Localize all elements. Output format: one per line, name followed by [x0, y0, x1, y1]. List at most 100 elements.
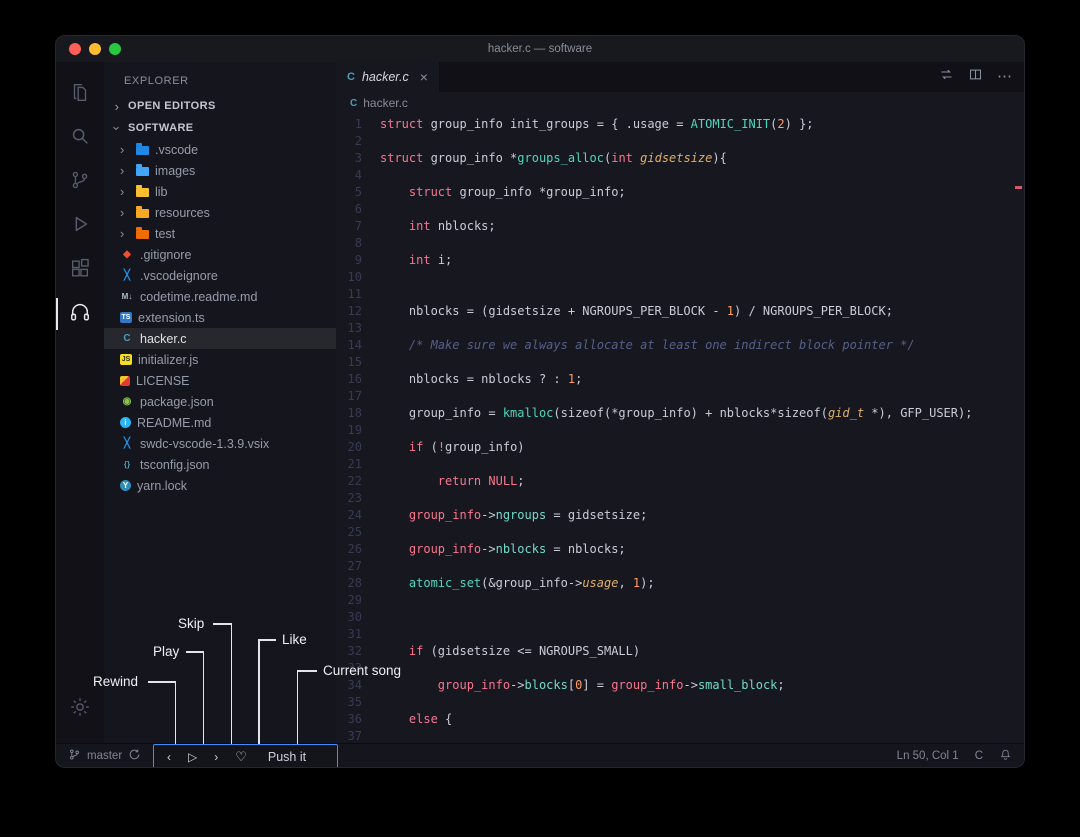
- activity-settings[interactable]: [56, 687, 104, 731]
- activity-explorer[interactable]: [56, 72, 104, 116]
- line-number: 11: [336, 286, 380, 303]
- line-number: 19: [336, 422, 380, 439]
- line-number: 2: [336, 133, 380, 150]
- tree-item-test[interactable]: ›test: [104, 223, 336, 244]
- line-number: 26: [336, 541, 380, 558]
- file-icon: Y: [120, 480, 131, 491]
- file-icon: C: [120, 333, 134, 345]
- line-number: 23: [336, 490, 380, 507]
- breadcrumb-file: hacker.c: [363, 96, 408, 110]
- open-changes-icon[interactable]: [939, 67, 954, 87]
- line-number: 20: [336, 439, 380, 456]
- breadcrumb[interactable]: C hacker.c: [336, 92, 1024, 114]
- tree-item-label: codetime.readme.md: [140, 290, 257, 304]
- annotation-current-song: Current song: [323, 663, 401, 678]
- tree-item-label: .vscode: [155, 143, 198, 157]
- code-line: 30: [336, 609, 1024, 626]
- file-tree: ›.vscode›images›lib›resources›test◆.giti…: [104, 139, 336, 496]
- activity-run-debug[interactable]: [56, 204, 104, 248]
- callout-line: [297, 670, 299, 745]
- tree-item-label: package.json: [140, 395, 214, 409]
- vscode-window: hacker.c — software: [55, 35, 1025, 768]
- activity-search[interactable]: [56, 116, 104, 160]
- line-number: 22: [336, 473, 380, 490]
- line-number: 29: [336, 592, 380, 609]
- tree-item-LICENSE[interactable]: LICENSE: [104, 370, 336, 391]
- tree-item-images[interactable]: ›images: [104, 160, 336, 181]
- current-song-label[interactable]: Push it: [268, 750, 306, 764]
- sync-icon[interactable]: [128, 748, 141, 764]
- code-line: 13: [336, 320, 1024, 337]
- code-line: 18 group_info = kmalloc(sizeof(*group_in…: [336, 405, 1024, 422]
- sidebar-title: EXPLORER: [104, 62, 336, 95]
- line-number: 27: [336, 558, 380, 575]
- tree-item-yarn.lock[interactable]: Yyarn.lock: [104, 475, 336, 496]
- like-button[interactable]: ♡: [235, 750, 247, 763]
- line-number: 24: [336, 507, 380, 524]
- tree-item-.vscode[interactable]: ›.vscode: [104, 139, 336, 160]
- tree-item-extension.ts[interactable]: TSextension.ts: [104, 307, 336, 328]
- tree-item-package.json[interactable]: ◉package.json: [104, 391, 336, 412]
- close-icon[interactable]: ×: [420, 69, 428, 85]
- tree-item-lib[interactable]: ›lib: [104, 181, 336, 202]
- callout-line: [213, 623, 231, 625]
- section-open-editors-label: OPEN EDITORS: [128, 100, 216, 112]
- code-editor[interactable]: 1struct group_info init_groups = { .usag…: [336, 114, 1024, 743]
- tree-item-hacker.c[interactable]: Chacker.c: [104, 328, 336, 349]
- code-line: 31: [336, 626, 1024, 643]
- tree-item-.vscodeignore[interactable]: ╳.vscodeignore: [104, 265, 336, 286]
- line-number: 3: [336, 150, 380, 167]
- tree-item-resources[interactable]: ›resources: [104, 202, 336, 223]
- code-line: 36 else {: [336, 711, 1024, 728]
- annotation-play: Play: [153, 644, 179, 659]
- line-number: 16: [336, 371, 380, 388]
- section-open-editors[interactable]: › OPEN EDITORS: [104, 95, 336, 117]
- code-line: 10: [336, 269, 1024, 286]
- gear-icon: [69, 696, 91, 723]
- line-number: 12: [336, 303, 380, 320]
- tree-item-README.md[interactable]: iREADME.md: [104, 412, 336, 433]
- music-player-controls: ‹ ▷ › ♡ Push it: [153, 744, 338, 768]
- file-icon: TS: [120, 312, 132, 323]
- callout-line: [298, 670, 317, 672]
- bell-icon[interactable]: [999, 748, 1012, 764]
- editor-group: C hacker.c × ⋯ C hacker.c: [336, 62, 1024, 743]
- code-line: 37: [336, 728, 1024, 743]
- tree-item-tsconfig.json[interactable]: {}tsconfig.json: [104, 454, 336, 475]
- git-branch-icon: [68, 748, 81, 764]
- cursor-position[interactable]: Ln 50, Col 1: [897, 750, 959, 762]
- rewind-button[interactable]: ‹: [167, 751, 171, 763]
- skip-button[interactable]: ›: [214, 751, 218, 763]
- tree-item-.gitignore[interactable]: ◆.gitignore: [104, 244, 336, 265]
- tree-item-codetime.readme.md[interactable]: M↓codetime.readme.md: [104, 286, 336, 307]
- activity-extensions[interactable]: [56, 248, 104, 292]
- split-editor-icon[interactable]: [968, 67, 983, 87]
- branch-name[interactable]: master: [87, 750, 122, 762]
- code-line: 34 group_info->blocks[0] = group_info->s…: [336, 677, 1024, 694]
- tree-item-swdc-vscode-1.3.9.vsix[interactable]: ╳swdc-vscode-1.3.9.vsix: [104, 433, 336, 454]
- window-title: hacker.c — software: [56, 36, 1024, 62]
- section-root-folder[interactable]: › SOFTWARE: [104, 117, 336, 139]
- activity-source-control[interactable]: [56, 160, 104, 204]
- annotation-rewind: Rewind: [93, 674, 138, 689]
- file-icon: ◆: [120, 249, 134, 261]
- tab-hacker-c[interactable]: C hacker.c ×: [336, 62, 440, 92]
- activity-music[interactable]: [56, 292, 104, 336]
- callout-line: [148, 681, 175, 683]
- line-number: 4: [336, 167, 380, 184]
- tree-item-initializer.js[interactable]: JSinitializer.js: [104, 349, 336, 370]
- play-button[interactable]: ▷: [188, 751, 197, 763]
- code-line: 15: [336, 354, 1024, 371]
- callout-line: [175, 681, 177, 745]
- annotation-like: Like: [282, 632, 307, 647]
- line-number: 14: [336, 337, 380, 354]
- code-line: 7 int nblocks;: [336, 218, 1024, 235]
- code-lines: 1struct group_info init_groups = { .usag…: [336, 116, 1024, 743]
- file-icon: [120, 376, 130, 386]
- more-actions-icon[interactable]: ⋯: [997, 72, 1012, 82]
- editor-actions: ⋯: [939, 62, 1012, 92]
- tree-item-label: images: [155, 164, 195, 178]
- language-mode[interactable]: C: [975, 750, 983, 762]
- file-icon: i: [120, 417, 131, 428]
- titlebar: hacker.c — software: [56, 36, 1024, 62]
